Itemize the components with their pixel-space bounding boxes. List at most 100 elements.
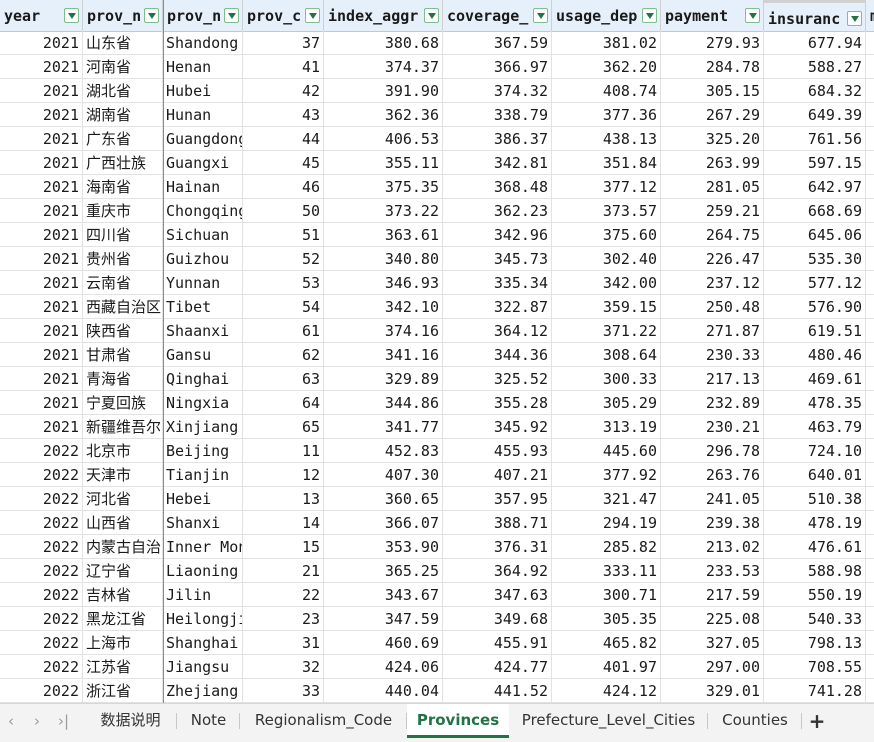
table-cell[interactable]: [866, 199, 874, 223]
table-cell[interactable]: 368.48: [443, 175, 552, 199]
table-cell[interactable]: 540.33: [764, 607, 866, 631]
table-cell[interactable]: 407.21: [443, 463, 552, 487]
table-cell[interactable]: 2022: [0, 535, 83, 559]
table-cell[interactable]: [866, 295, 874, 319]
table-cell[interactable]: 2021: [0, 199, 83, 223]
table-cell[interactable]: 23: [243, 607, 324, 631]
table-cell[interactable]: 341.16: [324, 343, 443, 367]
table-cell[interactable]: 重庆市: [83, 199, 163, 223]
table-cell[interactable]: 302.40: [552, 247, 661, 271]
column-header[interactable]: index_aggr: [324, 0, 443, 31]
table-cell[interactable]: 52: [243, 247, 324, 271]
table-cell[interactable]: 325.52: [443, 367, 552, 391]
table-cell[interactable]: [866, 271, 874, 295]
table-cell[interactable]: 贵州省: [83, 247, 163, 271]
table-cell[interactable]: 366.97: [443, 55, 552, 79]
table-cell[interactable]: 内蒙古自治: [83, 535, 163, 559]
table-cell[interactable]: Ningxia: [163, 391, 243, 415]
table-cell[interactable]: 375.35: [324, 175, 443, 199]
table-cell[interactable]: 50: [243, 199, 324, 223]
table-cell[interactable]: [866, 31, 874, 55]
table-cell[interactable]: Zhejiang: [163, 679, 243, 703]
table-cell[interactable]: 230.33: [661, 343, 764, 367]
table-cell[interactable]: 63: [243, 367, 324, 391]
table-cell[interactable]: 380.68: [324, 31, 443, 55]
table-cell[interactable]: 300.71: [552, 583, 661, 607]
table-cell[interactable]: 357.95: [443, 487, 552, 511]
tab-scroll-left-icon[interactable]: ‹: [8, 712, 14, 730]
table-cell[interactable]: 271.87: [661, 319, 764, 343]
table-cell[interactable]: 642.97: [764, 175, 866, 199]
table-cell[interactable]: 41: [243, 55, 324, 79]
table-cell[interactable]: 355.28: [443, 391, 552, 415]
table-cell[interactable]: Tianjin: [163, 463, 243, 487]
table-cell[interactable]: 225.08: [661, 607, 764, 631]
table-cell[interactable]: 342.10: [324, 295, 443, 319]
table-cell[interactable]: 588.98: [764, 559, 866, 583]
table-cell[interactable]: 296.78: [661, 439, 764, 463]
table-cell[interactable]: 237.12: [661, 271, 764, 295]
table-cell[interactable]: [866, 439, 874, 463]
table-cell[interactable]: 408.74: [552, 79, 661, 103]
table-cell[interactable]: 619.51: [764, 319, 866, 343]
table-cell[interactable]: 588.27: [764, 55, 866, 79]
column-header[interactable]: m: [866, 0, 874, 31]
table-cell[interactable]: 46: [243, 175, 324, 199]
table-cell[interactable]: 424.77: [443, 655, 552, 679]
table-cell[interactable]: Guangxi: [163, 151, 243, 175]
table-cell[interactable]: 62: [243, 343, 324, 367]
table-cell[interactable]: 668.69: [764, 199, 866, 223]
table-cell[interactable]: 31: [243, 631, 324, 655]
table-cell[interactable]: 263.76: [661, 463, 764, 487]
sheet-tab[interactable]: Regionalism_Code: [240, 704, 407, 738]
table-cell[interactable]: 213.02: [661, 535, 764, 559]
table-cell[interactable]: 362.36: [324, 103, 443, 127]
table-cell[interactable]: 576.90: [764, 295, 866, 319]
filter-dropdown-icon[interactable]: [424, 8, 439, 23]
table-cell[interactable]: [866, 631, 874, 655]
table-cell[interactable]: Xinjiang: [163, 415, 243, 439]
table-cell[interactable]: 北京市: [83, 439, 163, 463]
table-cell[interactable]: 391.90: [324, 79, 443, 103]
table-cell[interactable]: 53: [243, 271, 324, 295]
table-cell[interactable]: 478.35: [764, 391, 866, 415]
table-cell[interactable]: 海南省: [83, 175, 163, 199]
table-cell[interactable]: 338.79: [443, 103, 552, 127]
table-cell[interactable]: 305.29: [552, 391, 661, 415]
table-cell[interactable]: 32: [243, 655, 324, 679]
table-cell[interactable]: Hubei: [163, 79, 243, 103]
table-cell[interactable]: 377.92: [552, 463, 661, 487]
table-cell[interactable]: 河北省: [83, 487, 163, 511]
table-cell[interactable]: 241.05: [661, 487, 764, 511]
filter-dropdown-icon[interactable]: [533, 8, 548, 23]
table-cell[interactable]: 281.05: [661, 175, 764, 199]
table-cell[interactable]: 550.19: [764, 583, 866, 607]
table-cell[interactable]: 640.01: [764, 463, 866, 487]
table-cell[interactable]: 343.67: [324, 583, 443, 607]
table-cell[interactable]: 424.06: [324, 655, 443, 679]
table-cell[interactable]: 42: [243, 79, 324, 103]
table-cell[interactable]: Liaoning: [163, 559, 243, 583]
table-cell[interactable]: [866, 175, 874, 199]
table-cell[interactable]: 2021: [0, 223, 83, 247]
column-header[interactable]: year: [0, 0, 83, 31]
table-cell[interactable]: 284.78: [661, 55, 764, 79]
table-cell[interactable]: 342.00: [552, 271, 661, 295]
table-cell[interactable]: 374.16: [324, 319, 443, 343]
table-cell[interactable]: [866, 319, 874, 343]
table-cell[interactable]: 44: [243, 127, 324, 151]
table-cell[interactable]: 708.55: [764, 655, 866, 679]
table-cell[interactable]: 陕西省: [83, 319, 163, 343]
table-cell[interactable]: 云南省: [83, 271, 163, 295]
spreadsheet-grid[interactable]: year prov_n prov_n prov_c index_aggr coverage…: [0, 0, 874, 703]
table-cell[interactable]: [866, 535, 874, 559]
table-cell[interactable]: 22: [243, 583, 324, 607]
filter-dropdown-icon[interactable]: [847, 11, 862, 26]
table-cell[interactable]: 362.23: [443, 199, 552, 223]
table-cell[interactable]: 山东省: [83, 31, 163, 55]
table-cell[interactable]: [866, 463, 874, 487]
table-cell[interactable]: 373.22: [324, 199, 443, 223]
table-cell[interactable]: 684.32: [764, 79, 866, 103]
table-cell[interactable]: 478.19: [764, 511, 866, 535]
table-cell[interactable]: 305.35: [552, 607, 661, 631]
